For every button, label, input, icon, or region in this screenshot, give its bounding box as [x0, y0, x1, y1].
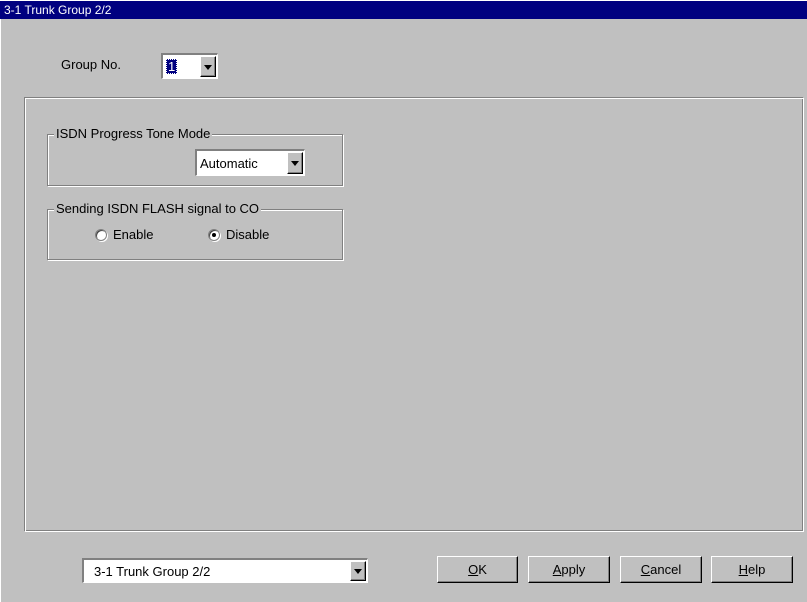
help-mnemonic: H — [738, 562, 749, 577]
progress-tone-value: Automatic — [200, 155, 258, 171]
page-select-dropdown-button[interactable] — [350, 561, 366, 581]
group-no-value: 1 — [166, 59, 178, 74]
disable-label: Disable — [226, 227, 270, 242]
window-title: 3-1 Trunk Group 2/2 — [0, 0, 807, 19]
progress-tone-select[interactable]: Automatic — [195, 149, 305, 176]
help-button[interactable]: Help — [711, 556, 793, 583]
chevron-down-icon — [354, 569, 362, 574]
ok-button[interactable]: OK — [437, 556, 518, 583]
ok-mnemonic: O — [468, 562, 479, 577]
page-select[interactable]: 3-1 Trunk Group 2/2 — [82, 558, 368, 583]
progress-tone-group: ISDN Progress Tone Mode Automatic — [47, 126, 343, 186]
group-no-label: Group No. — [61, 57, 121, 72]
flash-signal-group: Sending ISDN FLASH signal to CO Enable D… — [47, 201, 343, 260]
flash-signal-title: Sending ISDN FLASH signal to CO — [54, 201, 262, 216]
cancel-label: ancel — [650, 562, 682, 577]
enable-radio[interactable]: Enable — [95, 227, 153, 242]
group-no-dropdown-button[interactable] — [200, 56, 216, 77]
enable-label: Enable — [113, 227, 154, 242]
page-select-value: 3-1 Trunk Group 2/2 — [94, 563, 211, 579]
radio-unchecked-icon — [95, 228, 107, 241]
progress-tone-dropdown-button[interactable] — [287, 152, 303, 174]
window-left-edge — [0, 19, 1, 602]
ok-label: K — [478, 562, 487, 577]
disable-radio[interactable]: Disable — [208, 227, 269, 242]
apply-label: pply — [561, 562, 586, 577]
cancel-mnemonic: C — [640, 562, 651, 577]
progress-tone-title: ISDN Progress Tone Mode — [54, 126, 213, 141]
settings-panel: ISDN Progress Tone Mode Automatic Sendin… — [24, 97, 804, 532]
chevron-down-icon — [204, 64, 212, 70]
radio-checked-icon — [208, 228, 220, 241]
help-label: elp — [748, 562, 766, 577]
apply-button[interactable]: Apply — [528, 556, 610, 583]
chevron-down-icon — [291, 161, 299, 166]
group-no-select[interactable]: 1 — [161, 53, 218, 79]
apply-mnemonic: A — [552, 562, 562, 577]
cancel-button[interactable]: Cancel — [620, 556, 702, 583]
